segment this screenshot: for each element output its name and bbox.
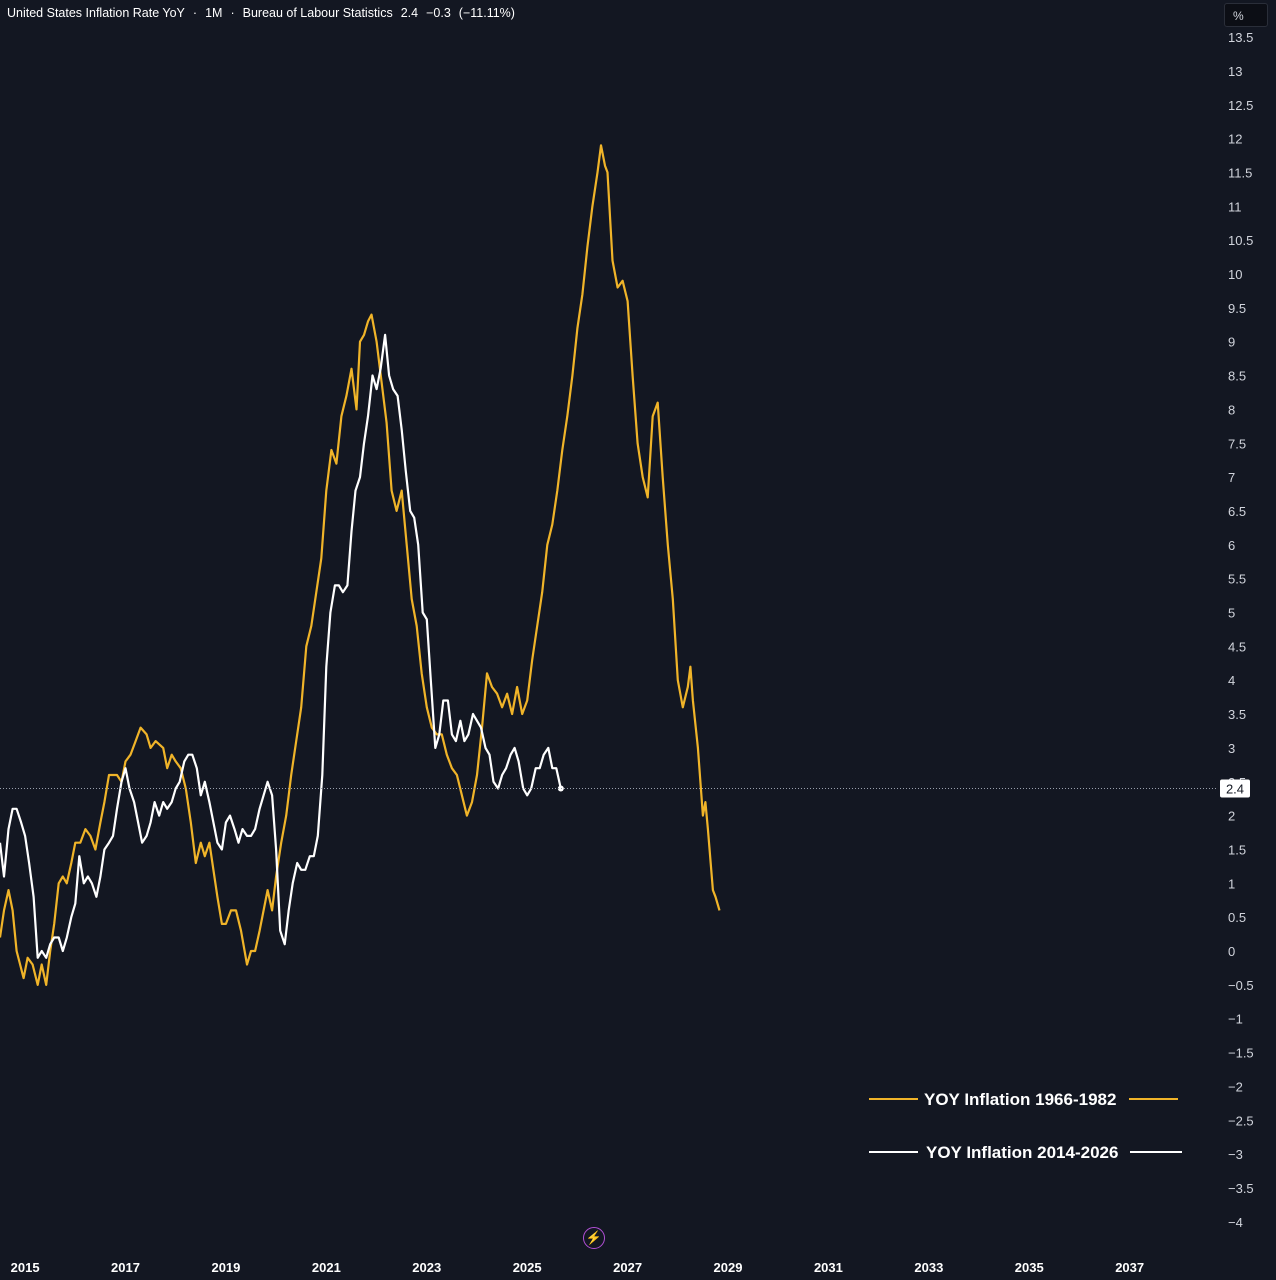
legend-label: YOY Inflation 1966-1982 (924, 1090, 1116, 1109)
inflation-chart[interactable]: 13.51312.51211.51110.5109.598.587.576.56… (0, 0, 1276, 1280)
x-tick-label: 2027 (613, 1260, 642, 1275)
y-tick-label: −1 (1228, 1012, 1243, 1027)
y-tick-label: 9.5 (1228, 301, 1246, 316)
y-tick-label: 4 (1228, 673, 1235, 688)
x-tick-label: 2031 (814, 1260, 843, 1275)
y-tick-label: 5.5 (1228, 572, 1246, 587)
y-tick-label: 10.5 (1228, 233, 1253, 248)
y-tick-label: 11 (1228, 199, 1242, 214)
y-tick-label: 13 (1228, 64, 1242, 79)
x-tick-label: 2019 (211, 1260, 240, 1275)
series-line-0 (0, 144, 721, 986)
x-tick-label: 2017 (111, 1260, 140, 1275)
y-tick-label: 4.5 (1228, 639, 1246, 654)
y-tick-label: −2 (1228, 1079, 1243, 1094)
x-tick-label: 2021 (312, 1260, 341, 1275)
y-tick-label: 6 (1228, 538, 1235, 553)
y-tick-label: −2.5 (1228, 1113, 1254, 1128)
y-tick-label: 11.5 (1228, 165, 1252, 180)
x-tick-label: 2037 (1115, 1260, 1144, 1275)
y-tick-label: 13.5 (1228, 30, 1253, 45)
y-tick-label: 3 (1228, 741, 1235, 756)
x-axis: 2015 2017 2019 2021 2023 2025 2027 2029 2031 2033… (11, 1260, 1144, 1275)
y-tick-label: 8 (1228, 402, 1235, 417)
y-tick-label: 2 (1228, 809, 1235, 824)
legend-label: YOY Inflation 2014-2026 (926, 1143, 1118, 1162)
y-tick-label: 12.5 (1228, 98, 1253, 113)
y-tick-label: −3 (1228, 1147, 1243, 1162)
y-tick-label: −1.5 (1228, 1046, 1254, 1061)
x-tick-label: 2023 (412, 1260, 441, 1275)
y-tick-label: 1.5 (1228, 842, 1246, 857)
x-tick-label: 2029 (714, 1260, 743, 1275)
y-tick-label: 7.5 (1228, 436, 1246, 451)
y-tick-label: 9 (1228, 335, 1235, 350)
y-tick-label: 1 (1228, 876, 1235, 891)
y-tick-label: −4 (1228, 1215, 1243, 1230)
series-layer (0, 144, 721, 986)
legend: YOY Inflation 1966-1982 YOY Inflation 201… (869, 1090, 1182, 1162)
y-tick-label: 0.5 (1228, 910, 1246, 925)
y-tick-label: 12 (1228, 132, 1242, 147)
current-value-label: 2.4 (1226, 782, 1244, 797)
x-tick-label: 2025 (513, 1260, 542, 1275)
y-tick-label: 8.5 (1228, 369, 1246, 384)
y-tick-label: 6.5 (1228, 504, 1246, 519)
lightning-bolt-icon[interactable]: ⚡ (583, 1227, 605, 1249)
series-line-1 (0, 333, 562, 959)
y-tick-label: −3.5 (1228, 1181, 1254, 1196)
y-tick-label: 7 (1228, 470, 1235, 485)
x-tick-label: 2035 (1015, 1260, 1044, 1275)
x-tick-label: 2015 (11, 1260, 40, 1275)
x-tick-label: 2033 (914, 1260, 943, 1275)
y-axis: 13.51312.51211.51110.5109.598.587.576.56… (1228, 30, 1254, 1230)
y-tick-label: 3.5 (1228, 707, 1246, 722)
y-tick-label: 10 (1228, 267, 1242, 282)
y-tick-label: 5 (1228, 606, 1235, 621)
y-tick-label: −0.5 (1228, 978, 1254, 993)
y-tick-label: 0 (1228, 944, 1235, 959)
